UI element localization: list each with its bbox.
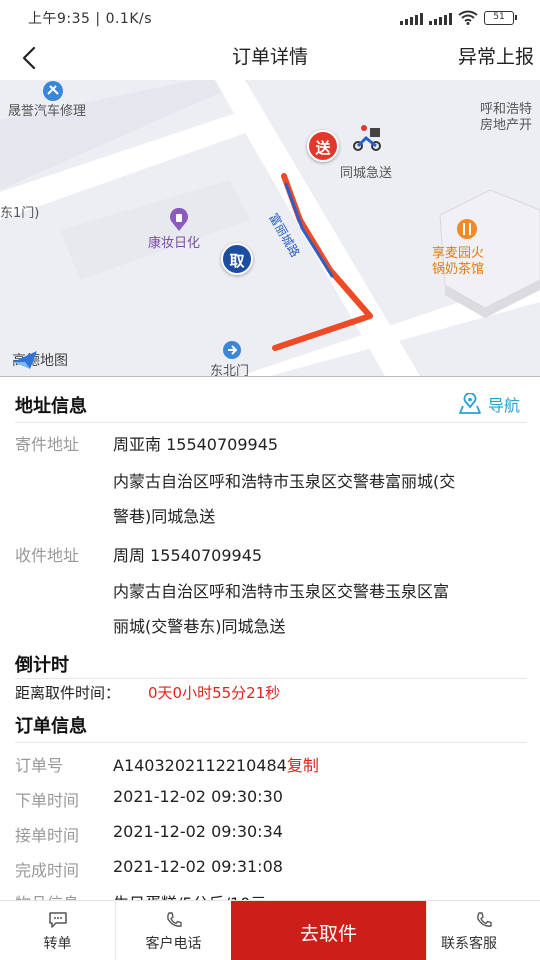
restaurant-icon [457, 219, 477, 239]
battery-icon: 51 [484, 10, 517, 25]
countdown-section-title: 倒计时 [15, 655, 69, 676]
go-pickup-button[interactable]: 去取件 [231, 901, 426, 960]
phone-icon [476, 912, 492, 927]
map-label-real-estate-2: 房地产开 [480, 118, 533, 133]
order-finished-value: 2021-12-02 09:31:08 [113, 857, 283, 876]
sender-address-label: 寄件地址 [15, 435, 80, 454]
map-label-courier: 同城急送 [340, 166, 393, 181]
order-divider [15, 742, 527, 743]
order-placed-label: 下单时间 [15, 791, 80, 810]
header: 订单详情 异常上报 [0, 36, 540, 80]
order-accepted-label: 接单时间 [15, 826, 80, 845]
map-pin-icon [459, 393, 481, 414]
order-number: A1403202112210484复制 [113, 752, 319, 776]
order-number-value: A1403202112210484 [113, 756, 287, 775]
transfer-order-label: 转单 [43, 936, 72, 952]
order-section-title: 订单信息 [15, 716, 87, 737]
map-label-restaurant-2: 锅奶茶馆 [432, 262, 485, 277]
wifi-icon [458, 10, 478, 25]
sender-address-line-2: 警巷)同城急送 [113, 507, 216, 526]
order-accepted-value: 2021-12-02 09:30:34 [113, 822, 283, 841]
phone-icon [166, 912, 182, 927]
map-label-kangzhuang: 康妆日化 [148, 236, 201, 251]
contact-service-button[interactable]: 联系客服 [426, 901, 540, 960]
customer-phone-label: 客户电话 [145, 936, 202, 952]
network-speed: 0.1K/s [105, 11, 153, 27]
receiver-address-line-2: 丽城(交警巷东)同城急送 [113, 617, 286, 636]
map-divider [0, 376, 540, 377]
copy-order-number-button[interactable]: 复制 [287, 756, 319, 775]
sender-contact: 周亚南 15540709945 [113, 435, 279, 454]
receiver-address-line-1: 内蒙古自治区呼和浩特市玉泉区交警巷玉泉区富 [113, 582, 450, 601]
map-view[interactable]: 晟誉汽车修理 东1门) 康妆日化 呼和浩特 房地产开 同城急送 送 取 享麦园火… [0, 80, 540, 376]
sender-address-line-1: 内蒙古自治区呼和浩特市玉泉区交警巷富丽城(交 [113, 472, 456, 491]
navigate-button[interactable]: 导航 [458, 392, 520, 416]
chevron-left-icon [22, 46, 36, 70]
address-divider [15, 422, 527, 423]
delivery-scooter-icon [353, 125, 381, 151]
cellular-signal-2-icon [429, 11, 452, 25]
customer-phone-button[interactable]: 客户电话 [115, 901, 231, 960]
report-exception-button[interactable]: 异常上报 [458, 42, 534, 69]
status-time: 上午9:35 [28, 11, 91, 27]
bottom-action-bar: 转单 客户电话 去取件 联系客服 [0, 900, 540, 960]
order-number-label: 订单号 [15, 756, 64, 775]
back-button[interactable] [14, 42, 46, 74]
car-repair-icon [43, 81, 63, 101]
amap-logo: 高德地图 [12, 350, 68, 370]
cellular-signal-icon [400, 11, 423, 25]
amap-logo-icon [13, 351, 37, 369]
order-placed-value: 2021-12-02 09:30:30 [113, 787, 283, 806]
pickup-marker[interactable]: 取 [221, 243, 253, 275]
cosmetics-shop-icon [170, 208, 188, 231]
go-pickup-label: 去取件 [299, 923, 357, 945]
map-label-east-north-gate: 东北门 [210, 364, 250, 376]
countdown-value: 0天0小时55分21秒 [148, 684, 281, 702]
countdown-divider [15, 678, 527, 679]
chat-icon [48, 912, 67, 928]
receiver-address-label: 收件地址 [15, 546, 80, 565]
order-finished-label: 完成时间 [15, 861, 80, 880]
map-label-east-gate-1: 东1门) [0, 206, 40, 221]
status-bar: 上午9:35 | 0.1K/s 51 [0, 0, 540, 36]
gate-icon [223, 341, 241, 359]
transfer-order-button[interactable]: 转单 [0, 901, 115, 960]
map-label-repair-shop: 晟誉汽车修理 [8, 104, 87, 119]
delivery-marker[interactable]: 送 [307, 130, 339, 162]
address-section-title: 地址信息 [15, 396, 87, 417]
countdown-label: 距离取件时间： [15, 684, 121, 702]
receiver-contact: 周周 15540709945 [113, 546, 263, 565]
navigate-label: 导航 [488, 396, 521, 415]
contact-service-label: 联系客服 [441, 936, 497, 952]
